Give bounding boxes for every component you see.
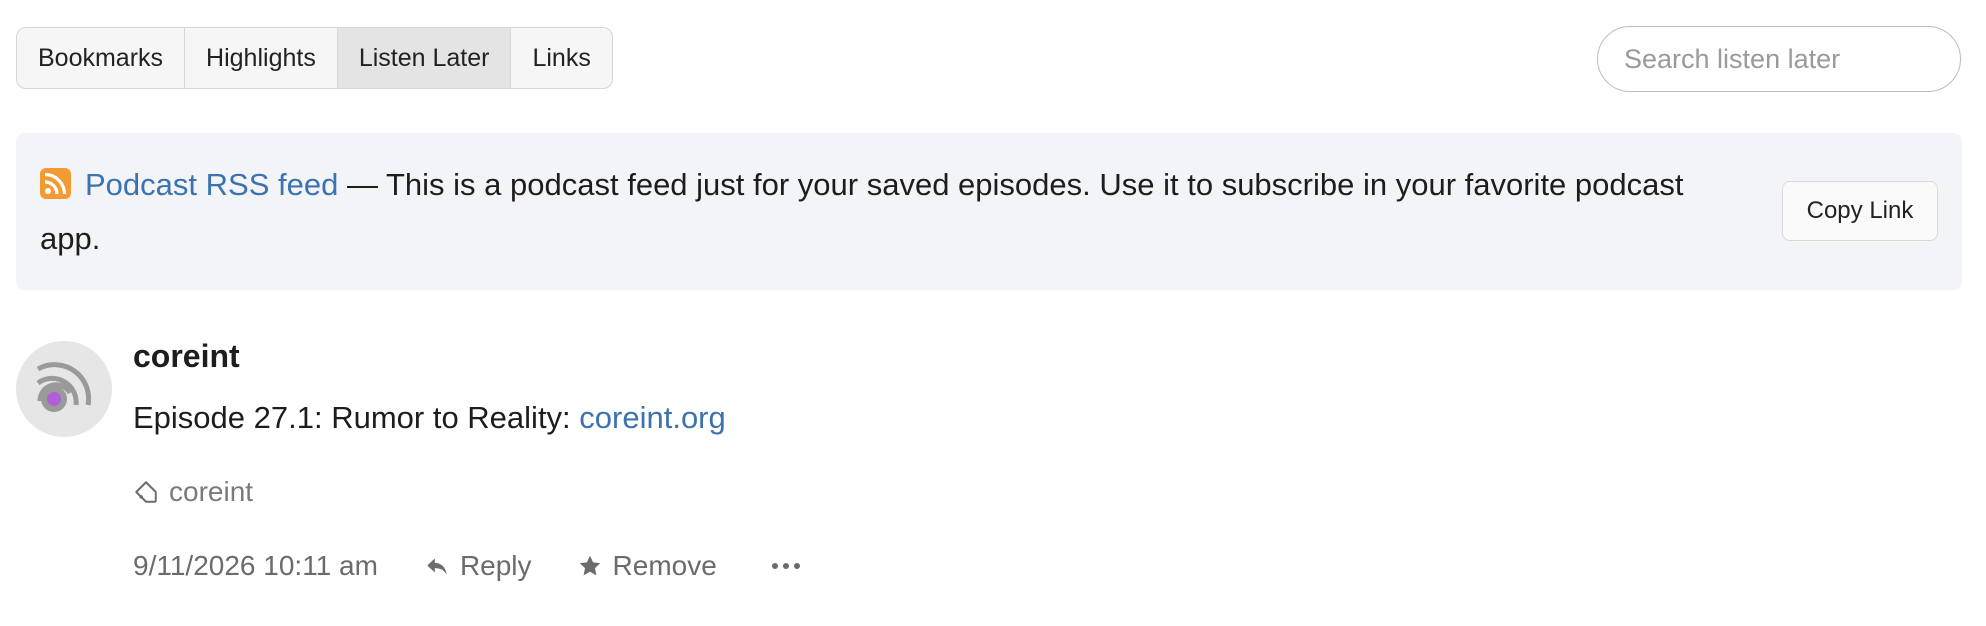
reply-label: Reply (459, 550, 532, 581)
copy-link-button[interactable]: Copy Link (1782, 181, 1938, 241)
remove-label: Remove (612, 550, 717, 581)
podcast-feed-banner: Podcast RSS feed — This is a podcast fee… (16, 133, 1962, 290)
star-icon (579, 555, 600, 576)
post-tag[interactable]: coreint (133, 476, 253, 508)
post-title-text: Episode 27.1: Rumor to Reality: (133, 400, 580, 435)
banner-text: Podcast RSS feed — This is a podcast fee… (40, 158, 1700, 266)
podcast-icon (36, 362, 92, 412)
tab-highlights[interactable]: Highlights (185, 28, 338, 88)
reply-button[interactable]: Reply (424, 550, 532, 582)
tag-label[interactable]: coreint (169, 476, 253, 508)
tab-links[interactable]: Links (511, 28, 611, 88)
reply-icon (427, 558, 447, 575)
avatar[interactable] (16, 341, 112, 437)
podcast-rss-feed-link[interactable]: Podcast RSS feed (85, 167, 338, 202)
post-timestamp[interactable]: 9/11/2026 10:11 am (133, 550, 378, 582)
more-icon (771, 563, 800, 569)
post-meta: 9/11/2026 10:11 am Reply Remove (133, 550, 811, 582)
rss-icon (40, 168, 71, 199)
more-button[interactable] (771, 561, 811, 571)
post-title: Episode 27.1: Rumor to Reality: coreint.… (133, 400, 726, 436)
tag-icon (135, 481, 157, 503)
tab-bookmarks[interactable]: Bookmarks (17, 28, 186, 88)
search-input[interactable] (1597, 26, 1961, 92)
tab-bar: Bookmarks Highlights Listen Later Links (16, 27, 613, 89)
post-author[interactable]: coreint (133, 338, 240, 375)
remove-button[interactable]: Remove (577, 550, 717, 582)
tab-listen-later[interactable]: Listen Later (337, 28, 512, 88)
post-title-link[interactable]: coreint.org (579, 400, 725, 435)
